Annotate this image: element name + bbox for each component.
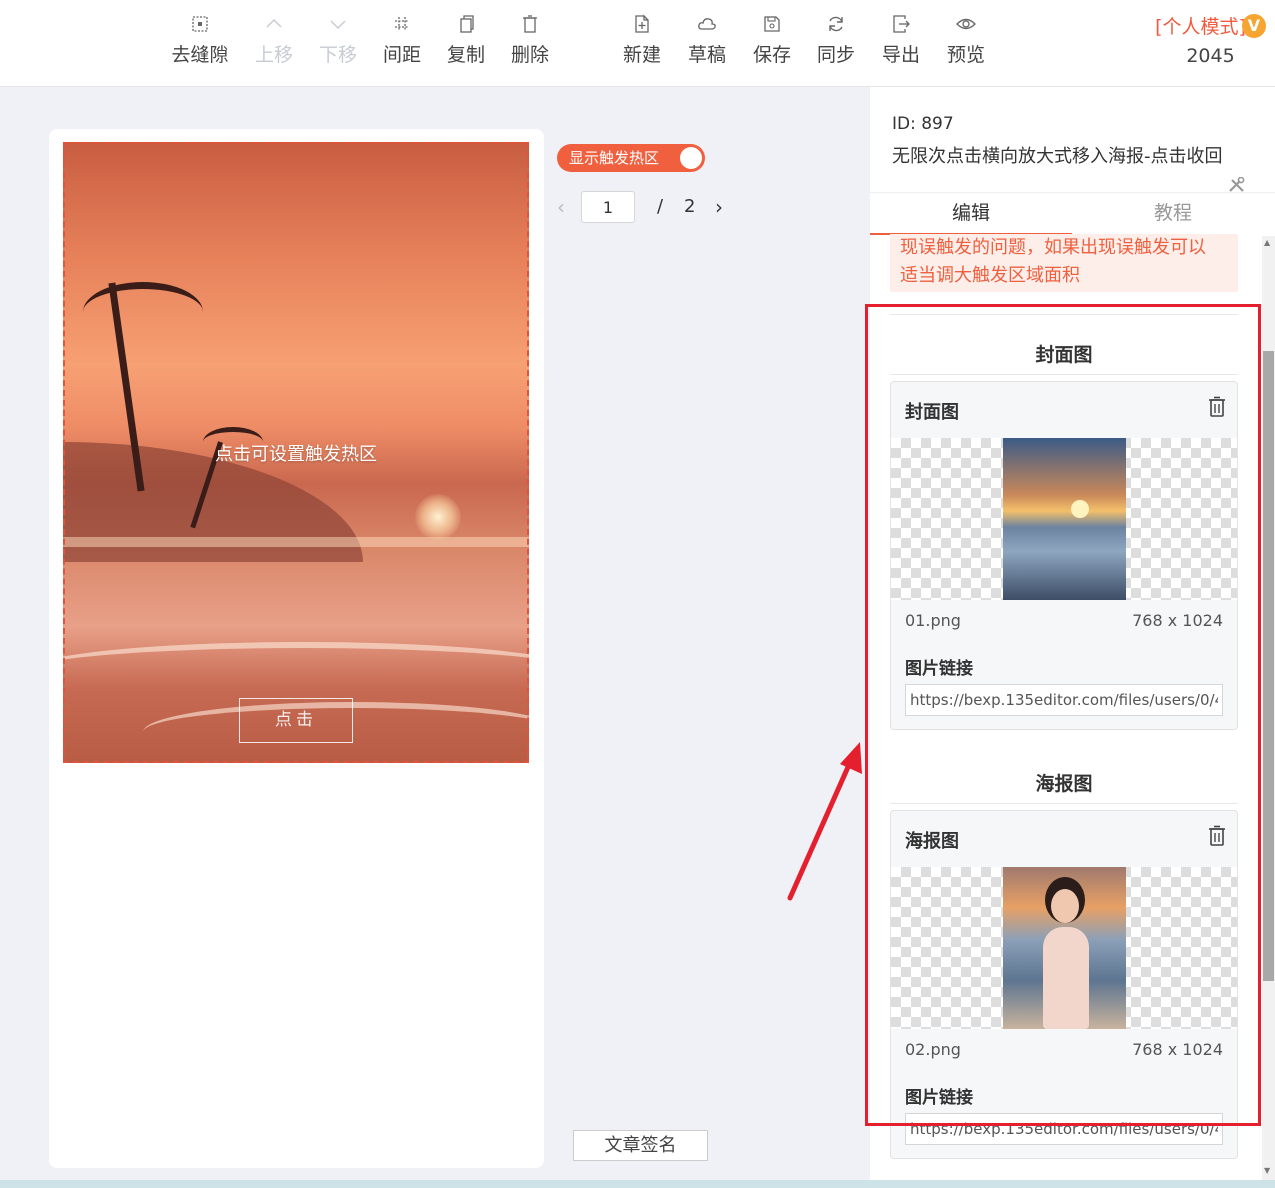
- article-signature-button[interactable]: 文章签名: [573, 1130, 708, 1161]
- template-title: 无限次点击横向放大式移入海报-点击收回: [892, 146, 1223, 167]
- mode-label: [个人模式]: [1155, 16, 1246, 38]
- chevron-down-icon: [328, 14, 348, 34]
- tab-edit[interactable]: 编辑: [870, 193, 1072, 235]
- spacing-icon: [392, 14, 412, 34]
- prev-page-icon[interactable]: ‹: [557, 195, 565, 219]
- scroll-down-icon[interactable]: ▼: [1264, 1166, 1270, 1175]
- copy-icon: [456, 14, 476, 34]
- toggle-knob: [680, 147, 702, 169]
- cloud-icon: [697, 14, 717, 34]
- toggle-label: 显示触发热区: [569, 149, 660, 167]
- export-button[interactable]: 导出: [869, 12, 933, 72]
- chevron-up-icon: [264, 14, 284, 34]
- hotzone-label: 点击可设置触发热区: [215, 444, 377, 465]
- poster-click-button[interactable]: 点击: [239, 698, 353, 743]
- tab-tutorial[interactable]: 教程: [1072, 193, 1274, 235]
- save-icon: [762, 14, 782, 34]
- show-hotzone-toggle[interactable]: 显示触发热区: [557, 144, 705, 172]
- trash-icon: [520, 14, 540, 34]
- top-toolbar: 去缝隙 上移 下移 间距 复制 删除 新建 草稿 保存 同步 导出 预览 [个人…: [0, 0, 1275, 87]
- eye-icon: [956, 14, 976, 34]
- new-file-icon: [632, 14, 652, 34]
- sync-icon: [826, 14, 846, 34]
- new-button[interactable]: 新建: [610, 12, 674, 72]
- total-pages: 2: [684, 196, 696, 217]
- page-number-input[interactable]: [581, 191, 635, 223]
- spacing-button[interactable]: 间距: [370, 12, 434, 72]
- draft-button[interactable]: 草稿: [675, 12, 739, 72]
- export-icon: [891, 14, 911, 34]
- sync-button[interactable]: 同步: [804, 12, 868, 72]
- vip-badge-icon: V: [1241, 14, 1266, 38]
- user-number: 2045: [1186, 45, 1235, 67]
- panel-tabs: 编辑 教程: [870, 192, 1275, 235]
- preview-button[interactable]: 预览: [934, 12, 998, 72]
- page-separator: /: [657, 196, 664, 217]
- scroll-up-icon[interactable]: ▲: [1264, 238, 1270, 247]
- annotation-highlight-box: [865, 304, 1261, 1126]
- annotation-arrow-icon: [787, 742, 862, 901]
- move-down-button[interactable]: 下移: [306, 12, 370, 72]
- copy-button[interactable]: 复制: [434, 12, 498, 72]
- panel-scrollbar[interactable]: ▲ ▼: [1262, 236, 1275, 1180]
- bottom-strip: [0, 1180, 1275, 1188]
- notice-line-2: 适当调大触发区域面积: [900, 265, 1080, 286]
- account-mode[interactable]: [个人模式] V 2045: [1148, 12, 1273, 67]
- scrollbar-thumb[interactable]: [1263, 351, 1274, 981]
- notice-line-1: 现误触发的问题，如果出现误触发可以: [900, 237, 1206, 258]
- remove-gap-button[interactable]: 去缝隙: [168, 12, 232, 72]
- delete-button[interactable]: 删除: [498, 12, 562, 72]
- next-page-icon[interactable]: ›: [715, 195, 723, 219]
- notice-box: 现误触发的问题，如果出现误触发可以 适当调大触发区域面积: [890, 234, 1238, 292]
- remove-gap-icon: [190, 14, 210, 34]
- save-button[interactable]: 保存: [740, 12, 804, 72]
- move-up-button[interactable]: 上移: [242, 12, 306, 72]
- template-id: ID: 897: [892, 114, 954, 134]
